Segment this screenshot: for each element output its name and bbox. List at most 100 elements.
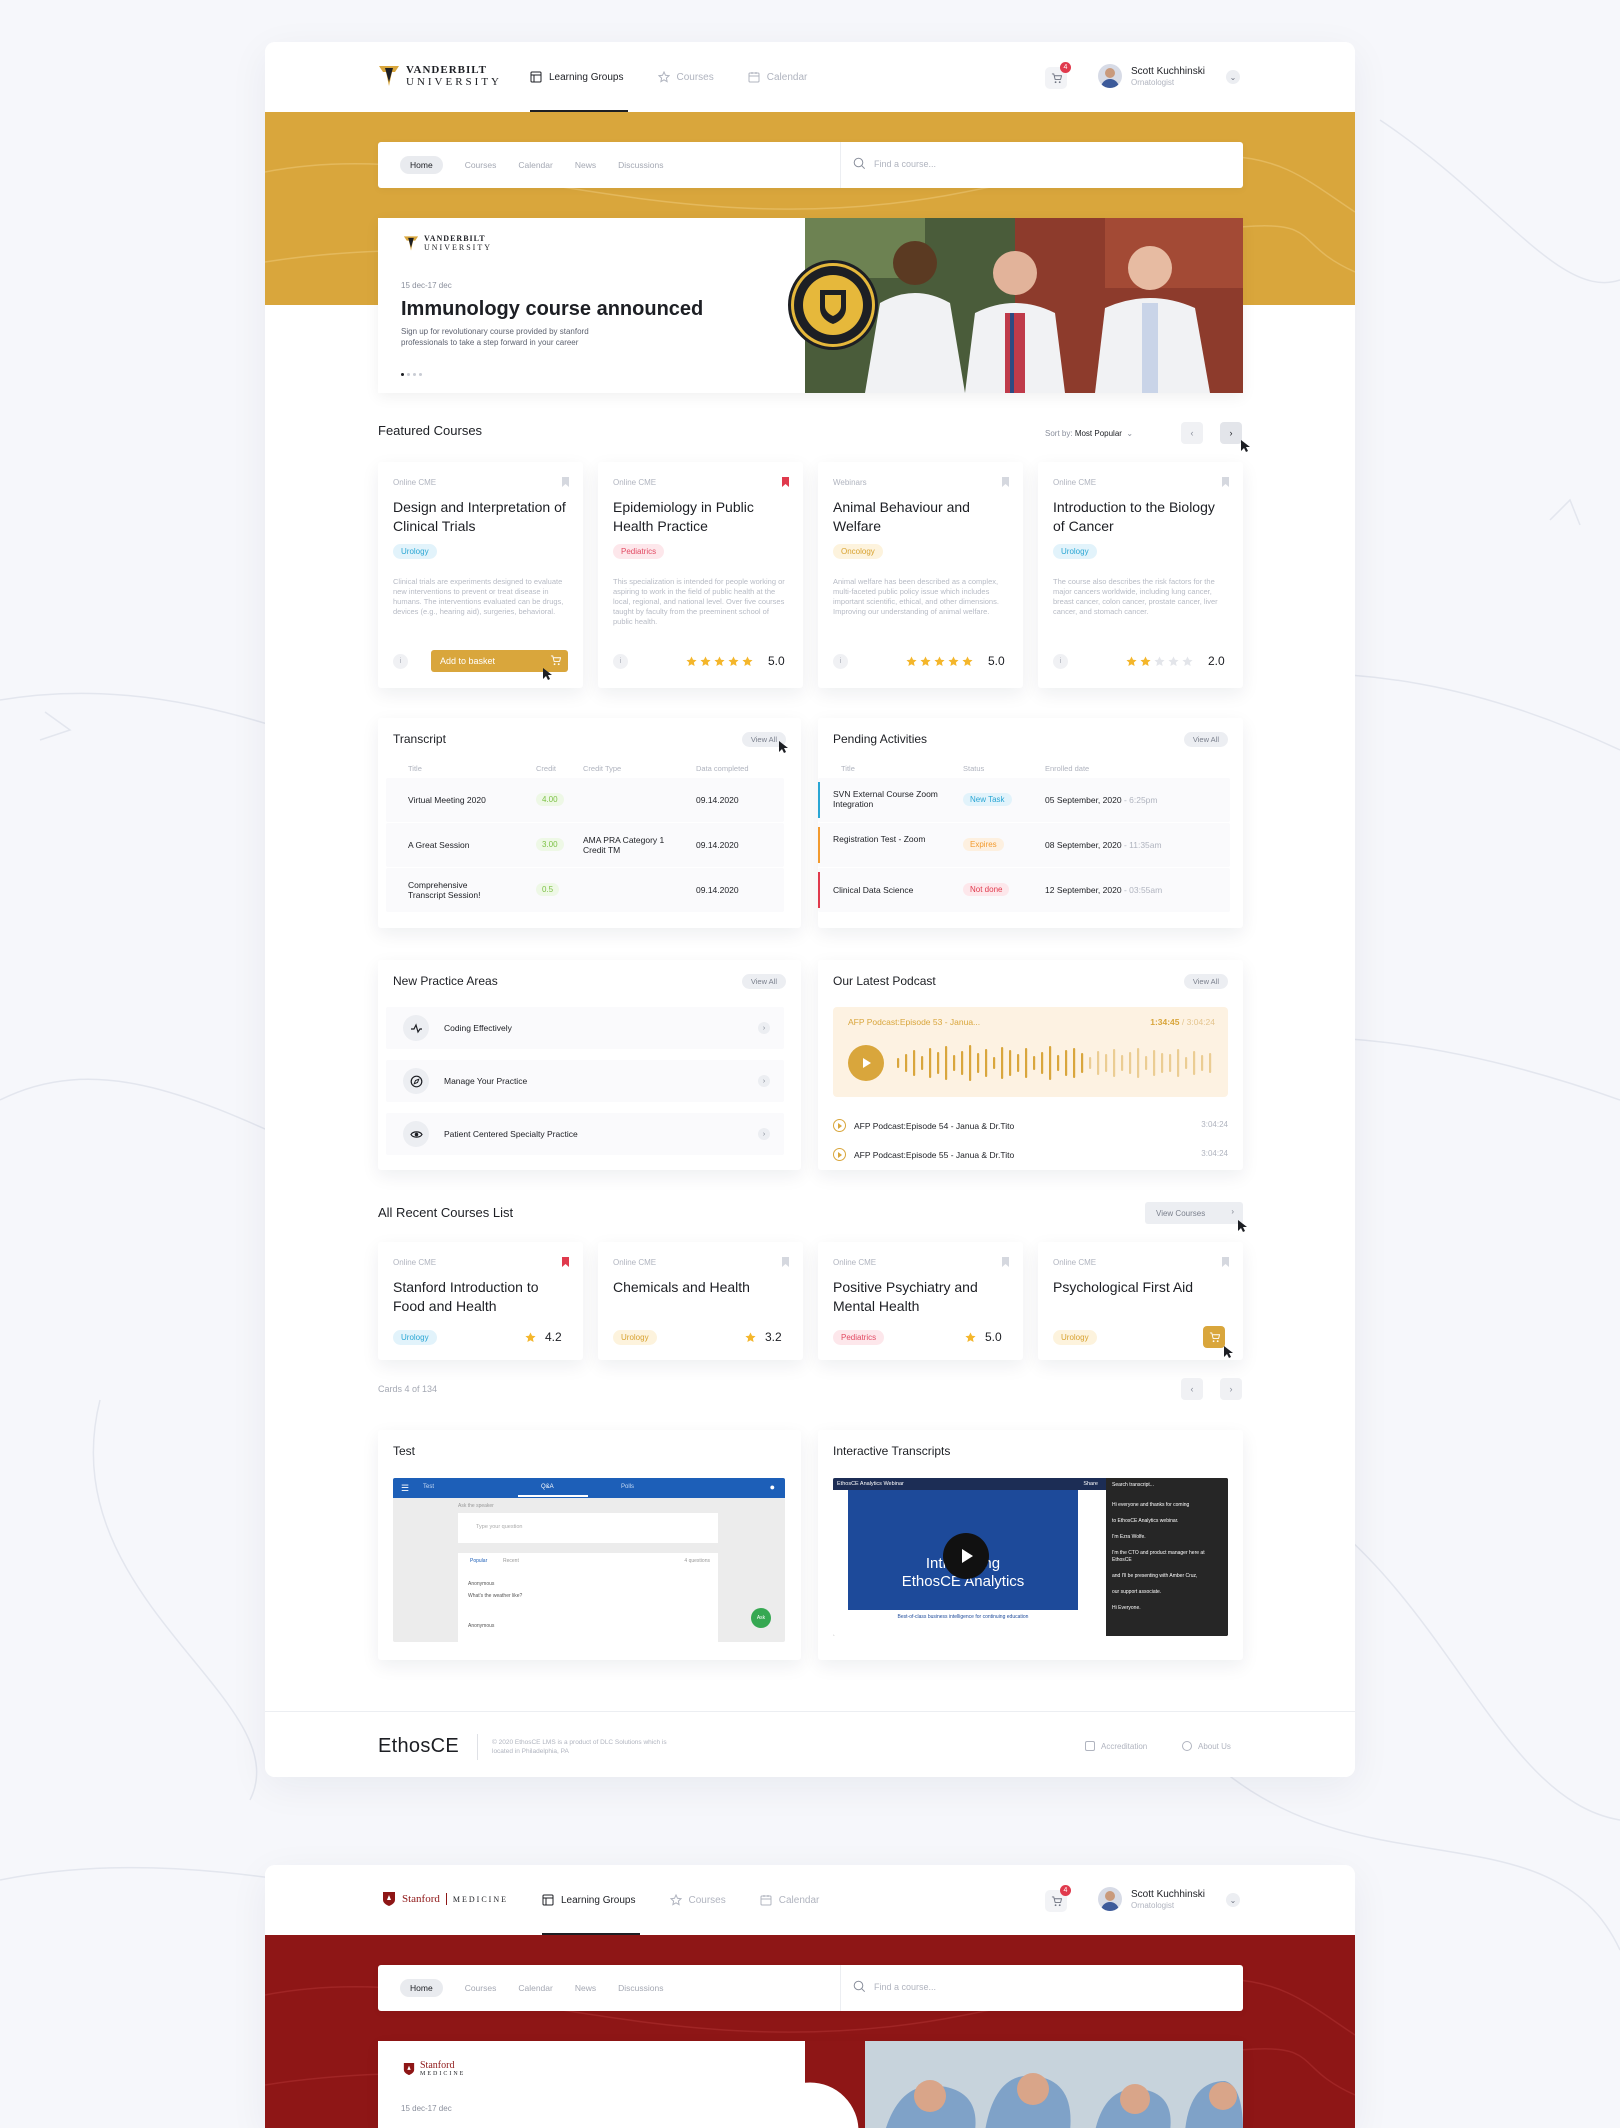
stanford-logo[interactable]: Stanford MEDICINE [382, 1891, 508, 1907]
transcript-line[interactable]: Hi everyone and thanks for coming [1112, 1502, 1222, 1509]
activity-row[interactable]: Clinical Data Science Not done 12 Septem… [818, 868, 1230, 912]
question-input[interactable]: Type your question [458, 1513, 718, 1543]
bookmark-icon[interactable] [782, 477, 789, 487]
nav-learning-groups[interactable]: Learning Groups [542, 1865, 639, 1935]
info-icon[interactable]: i [613, 654, 628, 669]
transcript-line[interactable]: and I'll be presenting with Amber Cruz, [1112, 1573, 1222, 1580]
activity-row[interactable]: Registration Test - Zoom Expires 08 Sept… [818, 823, 1230, 867]
course-card[interactable]: Online CME Introduction to the Biology o… [1038, 462, 1243, 688]
ethosce-logo[interactable]: EthosCE [378, 1735, 459, 1758]
bookmark-icon[interactable] [1222, 1257, 1229, 1267]
share-label[interactable]: Share [1083, 1481, 1098, 1487]
about-us-link[interactable]: About Us [1182, 1741, 1231, 1751]
view-courses-button[interactable]: View Courses › [1145, 1202, 1243, 1224]
bookmark-icon[interactable] [1222, 477, 1229, 487]
recent-course-card[interactable]: Online CME Chemicals and Health Urology … [598, 1242, 803, 1360]
bookmark-icon[interactable] [562, 1257, 569, 1267]
accreditation-link[interactable]: Accreditation [1085, 1741, 1147, 1751]
app-tab[interactable]: Test [423, 1484, 434, 1490]
table-row[interactable]: Virtual Meeting 2020 4.00 09.14.2020 [386, 778, 784, 822]
bookmark-icon[interactable] [562, 477, 569, 487]
filter-tab-popular[interactable]: Popular [470, 1558, 487, 1564]
transcript-search[interactable]: Search transcript... [1112, 1482, 1154, 1488]
vanderbilt-logo[interactable]: VANDERBILT UNIVERSITY [378, 64, 502, 88]
transcript-line[interactable]: our support associate. [1112, 1589, 1222, 1596]
course-card[interactable]: Online CME Design and Interpretation of … [378, 462, 583, 688]
carousel-dots[interactable] [401, 373, 422, 376]
audio-waveform[interactable] [895, 1043, 1215, 1083]
recent-next-button[interactable]: › [1220, 1378, 1242, 1400]
carousel-dot[interactable] [419, 373, 422, 376]
subnav-discussions[interactable]: Discussions [618, 160, 663, 170]
nav-courses[interactable]: Courses [657, 42, 714, 112]
play-button[interactable] [848, 1045, 884, 1081]
table-row[interactable]: Comprehensive Transcript Session! 0.5 09… [386, 868, 784, 912]
recent-prev-button[interactable]: ‹ [1181, 1378, 1203, 1400]
practice-item[interactable]: Coding Effectively › [386, 1007, 784, 1049]
transcript-line[interactable]: I'm Ezra Wolfe. [1112, 1534, 1222, 1541]
pending-view-all-button[interactable]: View All [1183, 732, 1228, 747]
app-tab[interactable]: Q&A [541, 1484, 554, 1490]
filter-tab-recent[interactable]: Recent [503, 1558, 519, 1564]
subnav-home[interactable]: Home [400, 156, 443, 174]
nav-calendar[interactable]: Calendar [760, 1865, 819, 1935]
practice-item[interactable]: Patient Centered Specialty Practice › [386, 1113, 784, 1155]
course-card[interactable]: Online CME Epidemiology in Public Health… [598, 462, 803, 688]
play-circle-icon[interactable] [833, 1119, 846, 1132]
hero-banner[interactable]: Stanford MEDICINE 15 dec-17 dec [378, 2041, 1243, 2128]
play-circle-icon[interactable] [833, 1148, 846, 1161]
transcript-line[interactable]: I'm the CTO and product manager here at … [1112, 1550, 1222, 1564]
user-profile[interactable]: Scott Kuchhinski Ornatologist [1098, 1887, 1205, 1911]
subnav-discussions[interactable]: Discussions [618, 1983, 663, 1993]
transcript-line[interactable]: Hi Everyone. [1112, 1605, 1222, 1612]
qa-app-screenshot[interactable]: ☰ Test Q&A Polls ● Ask the speaker Type … [393, 1478, 785, 1642]
bookmark-icon[interactable] [1002, 477, 1009, 487]
ask-button[interactable]: Ask [751, 1608, 771, 1628]
featured-next-button[interactable]: › [1220, 422, 1242, 444]
recent-course-card[interactable]: Online CME Positive Psychiatry and Menta… [818, 1242, 1023, 1360]
user-menu-chevron-icon[interactable]: ⌄ [1226, 1893, 1240, 1907]
subnav-courses[interactable]: Courses [465, 1983, 497, 1993]
hero-banner[interactable]: VANDERBILT UNIVERSITY 15 dec-17 dec Immu… [378, 218, 1243, 393]
search-input[interactable]: Find a course... [853, 1980, 936, 1993]
bookmark-icon[interactable] [1002, 1257, 1009, 1267]
recent-course-card[interactable]: Online CME Psychological First Aid Urolo… [1038, 1242, 1243, 1360]
subnav-home[interactable]: Home [400, 1979, 443, 1997]
user-menu-chevron-icon[interactable]: ⌄ [1226, 70, 1240, 84]
carousel-dot[interactable] [401, 373, 404, 376]
recent-course-card[interactable]: Online CME Stanford Introduction to Food… [378, 1242, 583, 1360]
subnav-calendar[interactable]: Calendar [518, 1983, 553, 1993]
cart-button[interactable]: 4 [1045, 62, 1071, 89]
nav-learning-groups[interactable]: Learning Groups [530, 42, 627, 112]
podcast-episode[interactable]: AFP Podcast:Episode 54 - Janua & Dr.Tito [833, 1119, 1014, 1132]
course-card[interactable]: Webinars Animal Behaviour and Welfare On… [818, 462, 1023, 688]
video-player[interactable]: EthosCE Analytics Webinar Share Introduc… [833, 1478, 1228, 1636]
practice-view-all-button[interactable]: View All [741, 974, 786, 989]
menu-icon[interactable]: ☰ [401, 1483, 409, 1494]
podcast-episode[interactable]: AFP Podcast:Episode 55 - Janua & Dr.Tito [833, 1148, 1014, 1161]
activity-row[interactable]: SVN External Course Zoom Integration New… [818, 778, 1230, 822]
subnav-news[interactable]: News [575, 1983, 596, 1993]
subnav-courses[interactable]: Courses [465, 160, 497, 170]
user-profile[interactable]: Scott Kuchhinski Ornatologist [1098, 64, 1205, 88]
carousel-dot[interactable] [407, 373, 410, 376]
user-icon[interactable]: ● [770, 1482, 775, 1492]
practice-item[interactable]: Manage Your Practice › [386, 1060, 784, 1102]
nav-courses[interactable]: Courses [669, 1865, 726, 1935]
search-input[interactable]: Find a course... [853, 157, 936, 170]
featured-prev-button[interactable]: ‹ [1181, 422, 1203, 444]
table-row[interactable]: A Great Session 3.00 AMA PRA Category 1 … [386, 823, 784, 867]
info-icon[interactable]: i [833, 654, 848, 669]
nav-calendar[interactable]: Calendar [748, 42, 807, 112]
app-tab[interactable]: Polls [621, 1484, 634, 1490]
bookmark-icon[interactable] [782, 1257, 789, 1267]
subnav-news[interactable]: News [575, 160, 596, 170]
cart-button[interactable]: 4 [1045, 1885, 1071, 1912]
carousel-dot[interactable] [413, 373, 416, 376]
subnav-calendar[interactable]: Calendar [518, 160, 553, 170]
info-icon[interactable]: i [393, 654, 408, 669]
add-to-cart-button[interactable] [1203, 1326, 1225, 1348]
sort-dropdown[interactable]: Sort by: Most Popular ⌄ [1045, 429, 1133, 438]
transcript-line[interactable]: to EthosCE Analytics webinar. [1112, 1518, 1222, 1525]
podcast-view-all-button[interactable]: View All [1183, 974, 1228, 989]
